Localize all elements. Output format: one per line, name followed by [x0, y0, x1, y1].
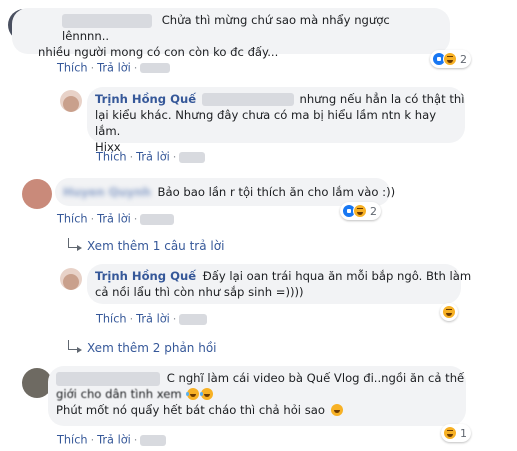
rofl-emoji-icon: [200, 388, 214, 400]
reaction-summary[interactable]: [440, 303, 458, 321]
comment-actions: Thích · Trả lời ·: [57, 212, 175, 226]
reaction-count: 2: [370, 204, 377, 218]
comment-text: nhưng nếu hẳn la có thật thì: [299, 92, 465, 106]
reply-link[interactable]: Trả lời: [97, 434, 131, 447]
reaction-summary[interactable]: 1: [441, 424, 471, 442]
reply-link[interactable]: Trả lời: [97, 62, 131, 75]
haha-reaction-icon: [353, 204, 367, 218]
reply-link[interactable]: Trả lời: [136, 151, 170, 164]
rofl-emoji-icon: [186, 388, 200, 400]
comment-text: cả nồi lẩu thì còn như sắp sinh =)))): [95, 285, 304, 299]
like-link[interactable]: Thích: [57, 213, 88, 226]
timestamp-blurred[interactable]: [140, 213, 175, 225]
reply-bubble: Trịnh Hồng Quế nhưng nếu hẳn la có thật …: [87, 87, 465, 154]
author-name-blurred[interactable]: [56, 371, 160, 386]
like-link[interactable]: Thích: [96, 313, 127, 326]
haha-reaction-icon: [443, 52, 457, 66]
reaction-summary[interactable]: 2: [430, 50, 471, 68]
author-name[interactable]: Trịnh Hồng Quế: [95, 269, 196, 283]
laughing-emoji-icon: [330, 404, 343, 416]
timestamp-blurred[interactable]: [179, 151, 206, 163]
like-link[interactable]: Thích: [57, 62, 88, 75]
avatar[interactable]: [22, 179, 52, 209]
comment-text: Bảo bao lần r tội thích ăn cho lắm vào :…: [157, 185, 396, 199]
avatar[interactable]: [60, 268, 82, 290]
comment-text: C nghĩ làm cái video bà Quế Vlog đi..ngồ…: [166, 371, 465, 385]
reply-arrow-icon: [68, 238, 82, 251]
timestamp-blurred[interactable]: [140, 434, 167, 446]
like-link[interactable]: Thích: [57, 434, 88, 447]
reaction-count: 1: [460, 426, 467, 440]
comment-actions: Thích · Trả lời ·: [96, 150, 206, 164]
timestamp-blurred[interactable]: [140, 63, 171, 73]
like-link[interactable]: Thích: [96, 151, 127, 164]
view-more-replies-link[interactable]: Xem thêm 2 phản hồi: [68, 340, 217, 355]
reply-arrow-icon: [68, 340, 82, 353]
view-more-label[interactable]: Xem thêm 2 phản hồi: [87, 341, 217, 355]
comment-bubble: Chửa thì mừng chứ sao mà nhẩy ngược lênn…: [12, 8, 450, 59]
comment-actions: Thích · Trả lời ·: [96, 312, 208, 326]
reply-link[interactable]: Trả lời: [97, 213, 131, 226]
reaction-count: 2: [460, 52, 467, 66]
haha-reaction-icon: [443, 426, 457, 440]
comment-text: Phút mốt nó quẩy hết bát cháo thì chả hỏ…: [56, 403, 325, 417]
comment-text: nhiều người mong có con còn ko đc đấy...: [38, 45, 279, 59]
reply-bubble: Trịnh Hồng Quế Đấy lại oan trái hqua ăn …: [87, 264, 471, 304]
comment-bubble: Huyen Quynh Bảo bao lần r tội thích ăn c…: [55, 178, 395, 206]
text-blurred: [201, 93, 294, 106]
comment-text: lại kiểu khác. Nhưng đây chưa có ma bị h…: [95, 108, 437, 138]
reaction-summary[interactable]: 2: [340, 202, 381, 220]
timestamp-blurred[interactable]: [179, 313, 208, 325]
comment-actions: Thích · Trả lời ·: [57, 61, 171, 75]
comment-bubble: C nghĩ làm cái video bà Quế Vlog đi..ngồ…: [48, 366, 466, 426]
view-more-replies-link[interactable]: Xem thêm 1 câu trả lời: [68, 238, 224, 253]
avatar[interactable]: [60, 90, 82, 112]
comment-text: Đấy lại oan trái hqua ăn mỗi bắp ngô. Bt…: [202, 269, 472, 283]
comment-text: giới cho dân tình xem: [56, 387, 182, 401]
author-name[interactable]: Huyen Quynh: [63, 185, 151, 199]
view-more-label[interactable]: Xem thêm 1 câu trả lời: [87, 239, 224, 253]
reply-link[interactable]: Trả lời: [136, 313, 170, 326]
author-name[interactable]: Trịnh Hồng Quế: [95, 92, 196, 106]
haha-reaction-icon: [442, 305, 456, 319]
comment-actions: Thích · Trả lời ·: [57, 433, 167, 447]
author-name-blurred[interactable]: [62, 13, 152, 28]
